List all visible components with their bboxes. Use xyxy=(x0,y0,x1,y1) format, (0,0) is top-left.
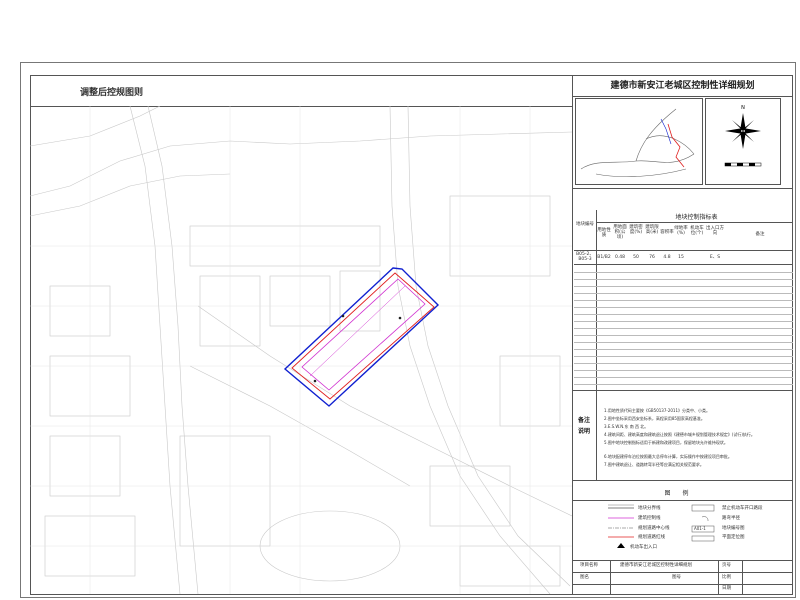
table-empty-row xyxy=(574,279,793,280)
note-item: 7.图中建筑退让、道路转弯半径等应满足相关规范要求。 xyxy=(604,462,704,467)
table-header-remarks: 备注 xyxy=(755,232,765,237)
project-name-value: 建德市新安江老城区控制性详细规划 xyxy=(620,563,692,568)
legend-label: 平面定位图 xyxy=(722,535,745,540)
legend-symbols-right xyxy=(691,504,715,542)
legend-label: 路弯半径 xyxy=(722,516,740,521)
table-header-far: 容积率 xyxy=(660,230,674,235)
sheet-label: 页号 xyxy=(722,563,731,568)
table-cell-height: 76 xyxy=(649,255,655,260)
legend-label: 地块分界线 xyxy=(638,506,661,511)
title-block-col xyxy=(718,560,719,594)
table-empty-row xyxy=(574,321,793,322)
site-inner-control-line xyxy=(309,285,406,377)
table-empty-row xyxy=(574,272,793,273)
title-block-col xyxy=(610,560,611,594)
table-cell-landuse: B1/B2 xyxy=(597,255,611,260)
legend-label: 规划道路红线 xyxy=(638,535,665,540)
table-empty-row xyxy=(574,363,793,364)
note-item: 3.E.S.W.N.东 南 西 北。 xyxy=(604,424,649,429)
legend-badge: A01-1 xyxy=(694,526,706,531)
note-item: 5.图中地块控制指标适用于新建和改建项目，保留地块允许维持现状。 xyxy=(604,440,728,445)
table-empty-row xyxy=(574,377,793,378)
table-header-landuse: 用地性质 xyxy=(597,228,611,238)
panel-divider xyxy=(572,96,793,97)
basemap-lines xyxy=(30,106,572,594)
table-cell-density: 50 xyxy=(633,255,639,260)
site-marker xyxy=(398,316,402,320)
site-road-redline xyxy=(291,272,435,400)
legend-symbols-left xyxy=(608,504,634,548)
legend-location-icon xyxy=(691,535,715,542)
table-empty-row xyxy=(574,314,793,315)
table-empty-row xyxy=(574,356,793,357)
table-empty-row xyxy=(574,307,793,308)
legend-no-entry-icon xyxy=(691,504,715,512)
legend-label: 规划道路中心线 xyxy=(638,526,670,531)
note-item: 4.建筑间距、建筑高度和建筑退让按照《建德市城乡规划管理技术规定》(试行)执行。 xyxy=(604,432,755,437)
title-block-top xyxy=(572,560,793,561)
plan-title: 建德市新安江老城区控制性详细规划 xyxy=(610,81,755,91)
table-empty-row xyxy=(574,349,793,350)
notes-label: 备注说明 xyxy=(577,417,590,435)
panel-divider xyxy=(572,500,793,501)
legend-radius-icon xyxy=(701,516,709,522)
table-header-area: 用地面积(公顷) xyxy=(613,225,627,240)
note-item: 6.地块配建停车泊位按照最大总停车计算，实际操作中按建设项目审批。 xyxy=(604,454,732,459)
table-cell-entrance: E、S xyxy=(709,255,721,260)
plan-map[interactable] xyxy=(30,106,572,594)
date-label: 日期 xyxy=(722,586,731,591)
legend-label: 建筑控制线 xyxy=(638,516,661,521)
table-header-green: 绿地率(%) xyxy=(674,226,688,236)
map-title: 调整后控规图则 xyxy=(80,88,144,98)
svg-text:N: N xyxy=(741,105,745,111)
location-map xyxy=(575,98,703,185)
index-table-caption: 地块控制指标表 xyxy=(675,214,718,221)
table-header-entrance: 出入口方向 xyxy=(706,226,724,236)
site-marker xyxy=(313,379,317,383)
plan-map-drawing xyxy=(30,106,572,594)
note-item: 1.用地性质代码主要按《GB50137-2011》分类中、小类。 xyxy=(604,408,711,413)
basemap-grid xyxy=(30,106,572,594)
panel-divider xyxy=(572,188,793,189)
compass-box: N xyxy=(705,98,781,185)
table-empty-row xyxy=(574,328,793,329)
notes-col-rule xyxy=(596,390,597,480)
table-empty-row xyxy=(574,286,793,287)
table-cell-far: 4.8 xyxy=(663,255,671,260)
table-rule xyxy=(596,222,793,223)
table-header-block-id: 地块编号 xyxy=(576,222,594,227)
table-cell-green: 15 xyxy=(678,255,684,260)
project-name-label: 项目名称 xyxy=(580,563,598,568)
panel-divider xyxy=(572,480,793,481)
table-header-height: 建筑限高(米) xyxy=(645,225,659,235)
legend-entrance-icon xyxy=(617,543,625,548)
site-marker xyxy=(341,314,345,318)
legend-label: 机动车出入口 xyxy=(630,545,657,550)
table-header-parking: 机动车位(个) xyxy=(690,226,704,236)
table-empty-row xyxy=(574,342,793,343)
legend-title: 图例 xyxy=(664,490,701,497)
table-rule xyxy=(574,264,793,265)
legend-label: 地块编号图 xyxy=(722,526,745,531)
scale-label: 比例 xyxy=(722,575,731,580)
site-block-boundary xyxy=(283,267,440,407)
title-block-col xyxy=(742,560,743,594)
table-empty-row xyxy=(574,335,793,336)
drawing-number-label: 图号 xyxy=(672,575,681,580)
table-cell-area: 0.48 xyxy=(614,255,626,260)
table-empty-row xyxy=(574,384,793,385)
north-arrow-icon: N xyxy=(724,105,762,167)
note-item: 2.图中坐标采用西安坐标系，高程采用85国家高程基准。 xyxy=(604,416,705,421)
table-empty-row xyxy=(574,300,793,301)
table-rule xyxy=(574,250,793,251)
title-block-rule xyxy=(572,572,793,573)
table-empty-row xyxy=(574,293,793,294)
legend-label: 禁止机动车开口路段 xyxy=(722,506,763,511)
panel-divider xyxy=(572,390,793,391)
table-header-density: 建筑密度(%) xyxy=(629,225,643,235)
table-cell-block-id: B05-2、B05-3 xyxy=(576,252,594,262)
title-block-rule xyxy=(572,584,793,585)
drawing-name-label: 图名 xyxy=(580,575,589,580)
table-empty-row xyxy=(574,370,793,371)
